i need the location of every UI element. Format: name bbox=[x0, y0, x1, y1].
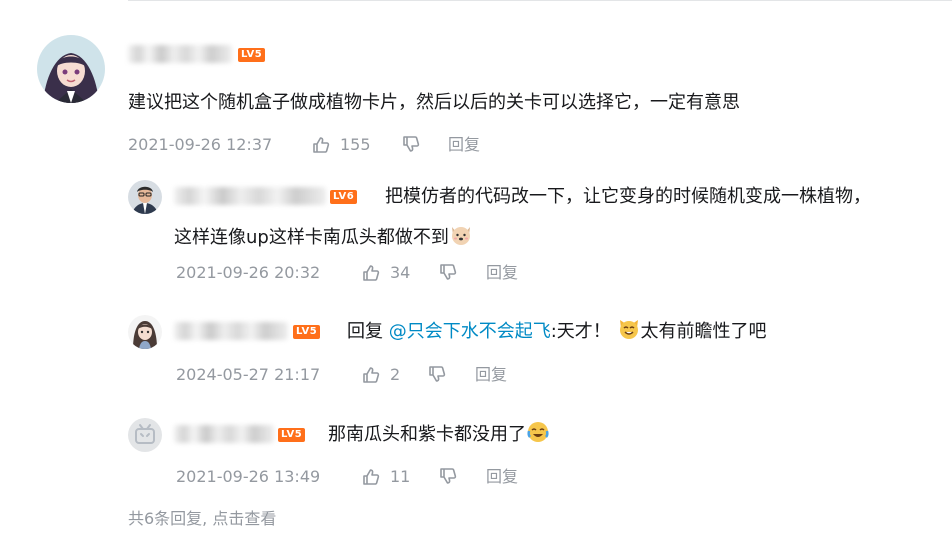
level-badge: LV5 bbox=[293, 325, 321, 339]
like-count: 34 bbox=[390, 263, 411, 282]
cat-face-emoji bbox=[617, 317, 641, 351]
dislike-button[interactable] bbox=[401, 134, 421, 154]
crying-laugh-emoji bbox=[526, 420, 550, 454]
reply-text-line2: 这样连像up这样卡南瓜头都做不到 bbox=[174, 227, 449, 248]
avatar[interactable] bbox=[128, 418, 162, 452]
username[interactable] bbox=[128, 45, 232, 63]
reply-text: 回复 @只会下水不会起飞:天才！ 太有前瞻性了吧 bbox=[347, 317, 767, 351]
level-badge: LV6 bbox=[330, 190, 358, 204]
top-divider bbox=[128, 0, 952, 1]
reply-button[interactable]: 回复 bbox=[475, 364, 507, 386]
dog-face-emoji bbox=[449, 223, 473, 257]
username[interactable] bbox=[174, 322, 288, 340]
comment-time: 2021-09-26 12:37 bbox=[128, 135, 273, 154]
level-badge: LV5 bbox=[238, 48, 266, 62]
reply-text-main: 那南瓜头和紫卡都没用了 bbox=[328, 424, 526, 445]
avatar[interactable] bbox=[128, 180, 162, 214]
avatar[interactable] bbox=[37, 35, 105, 103]
reply-time: 2021-09-26 20:32 bbox=[176, 263, 321, 282]
view-all-replies-link[interactable]: 共6条回复, 点击查看 bbox=[128, 508, 276, 530]
reply-prefix: 回复 bbox=[347, 321, 383, 342]
reply-text-a: :天才！ bbox=[550, 321, 611, 342]
mention-link[interactable]: @只会下水不会起飞 bbox=[389, 321, 551, 342]
reply-text-continued: 这样连像up这样卡南瓜头都做不到 bbox=[174, 223, 473, 257]
like-button[interactable]: 34 bbox=[361, 262, 410, 284]
thumb-up-icon bbox=[311, 135, 331, 155]
reply-text: 那南瓜头和紫卡都没用了 bbox=[328, 420, 550, 454]
thumb-down-icon bbox=[401, 134, 421, 154]
username[interactable] bbox=[174, 425, 274, 443]
reply-time: 2021-09-26 13:49 bbox=[176, 467, 321, 486]
thumb-up-icon bbox=[361, 467, 381, 487]
like-button[interactable]: 2 bbox=[361, 364, 400, 386]
dislike-button[interactable] bbox=[438, 262, 458, 282]
like-count: 11 bbox=[390, 467, 411, 486]
like-button[interactable]: 155 bbox=[311, 134, 371, 156]
level-badge: LV5 bbox=[278, 428, 306, 442]
thumb-up-icon bbox=[361, 263, 381, 283]
reply-text: 把模仿者的代码改一下，让它变身的时候随机变成一株植物， bbox=[385, 186, 871, 207]
reply-time: 2024-05-27 21:17 bbox=[176, 365, 321, 384]
avatar[interactable] bbox=[128, 315, 162, 349]
reply-button[interactable]: 回复 bbox=[486, 262, 518, 284]
like-count: 2 bbox=[390, 365, 401, 384]
like-count: 155 bbox=[340, 135, 371, 154]
reply-button[interactable]: 回复 bbox=[448, 134, 480, 156]
thumb-down-icon bbox=[438, 466, 458, 486]
dislike-button[interactable] bbox=[427, 364, 447, 384]
thumb-up-icon bbox=[361, 365, 381, 385]
dislike-button[interactable] bbox=[438, 466, 458, 486]
username[interactable] bbox=[174, 187, 326, 205]
thumb-down-icon bbox=[438, 262, 458, 282]
thumb-down-icon bbox=[427, 364, 447, 384]
reply-text-b: 太有前瞻性了吧 bbox=[640, 321, 767, 342]
comment-text: 建议把这个随机盒子做成植物卡片，然后以后的关卡可以选择它，一定有意思 bbox=[128, 92, 740, 113]
like-button[interactable]: 11 bbox=[361, 466, 410, 488]
reply-button[interactable]: 回复 bbox=[486, 466, 518, 488]
